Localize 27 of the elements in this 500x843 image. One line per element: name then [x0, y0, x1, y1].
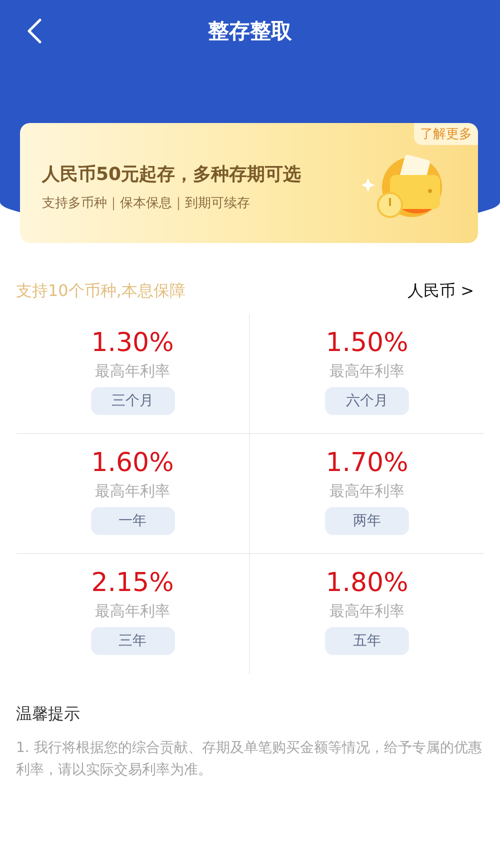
- rate-label: 最高年利率: [95, 362, 170, 381]
- term-tag[interactable]: 三个月: [90, 387, 174, 415]
- tips-title: 温馨提示: [16, 704, 81, 725]
- rate-label: 最高年利率: [95, 602, 170, 621]
- banner-subline: 支持多币种｜保本保息｜到期可续存: [42, 195, 251, 212]
- section-caption: 支持10个币种,本息保障: [16, 281, 186, 302]
- rate-label: 最高年利率: [330, 602, 404, 621]
- currency-selector[interactable]: 人民币 >: [408, 281, 474, 302]
- page-title: 整存整取: [208, 18, 292, 45]
- tips-text: 1. 我行将根据您的综合贡献、存期及单笔购买金额等情况，给予专属的优惠利率，请以实际交易利率为准。: [16, 739, 483, 780]
- back-icon[interactable]: [26, 18, 42, 44]
- promo-banner[interactable]: 了解更多 人民币50元起存，多种存期可选 支持多币种｜保本保息｜到期可续存: [20, 123, 478, 243]
- term-tag[interactable]: 六个月: [325, 387, 409, 415]
- interest-rate: 1.70%: [326, 448, 408, 478]
- banner-headline: 人民币50元起存，多种存期可选: [42, 163, 302, 186]
- term-tag[interactable]: 五年: [325, 627, 409, 655]
- interest-rate: 2.15%: [91, 568, 174, 598]
- interest-rate: 1.80%: [326, 568, 408, 598]
- interest-rate: 1.30%: [91, 328, 174, 358]
- rate-label: 最高年利率: [95, 482, 170, 501]
- term-tag[interactable]: 三年: [90, 627, 174, 655]
- rate-label: 最高年利率: [330, 362, 404, 381]
- term-tag[interactable]: 两年: [325, 507, 409, 535]
- rate-label: 最高年利率: [330, 482, 404, 501]
- interest-rate: 1.60%: [91, 448, 174, 478]
- interest-rate: 1.50%: [326, 328, 408, 358]
- term-tag[interactable]: 一年: [90, 507, 174, 535]
